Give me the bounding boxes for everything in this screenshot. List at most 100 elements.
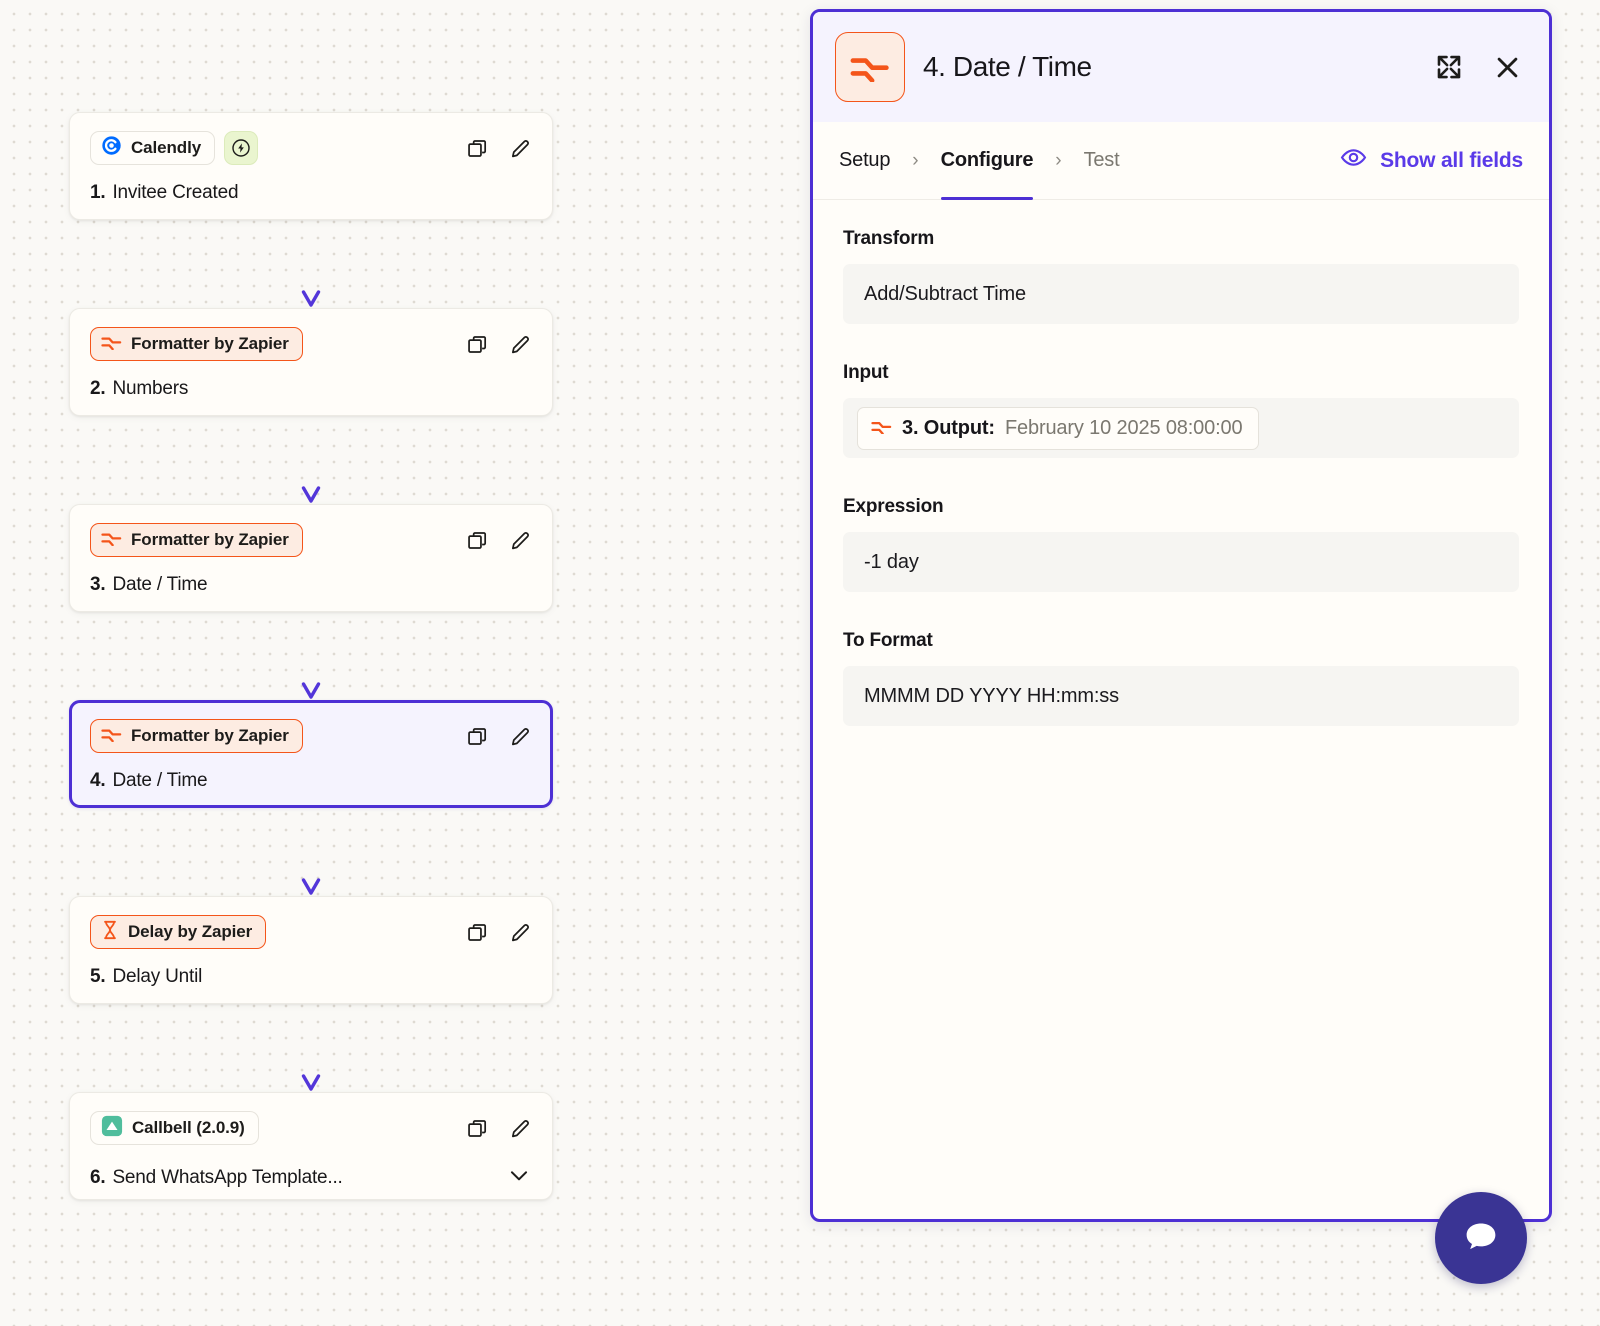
expression-input[interactable]: -1 day (843, 532, 1519, 592)
panel-header-actions (1434, 52, 1523, 83)
app-chip-formatter[interactable]: Formatter by Zapier (90, 719, 303, 753)
app-chip-label: Delay by Zapier (128, 922, 253, 941)
node-step-number: 6. (90, 1167, 106, 1188)
app-chip-label: Formatter by Zapier (131, 334, 289, 353)
transform-input[interactable]: Add/Subtract Time (843, 264, 1519, 324)
node-step-label: Invitee Created (112, 182, 239, 203)
formatter-icon (101, 530, 122, 551)
node-step-number: 4. (90, 770, 106, 791)
data-token[interactable]: 3. Output: February 10 2025 08:00:00 (857, 406, 1260, 450)
node-step-label: Send WhatsApp Template... (112, 1167, 343, 1188)
app-chip-formatter[interactable]: Formatter by Zapier (90, 327, 303, 361)
node-step-number: 5. (90, 966, 106, 987)
duplicate-icon[interactable] (466, 333, 489, 356)
connector-4-5 (69, 808, 553, 896)
edit-icon[interactable] (509, 529, 532, 552)
app-chip-label: Calendly (131, 138, 202, 157)
tab-separator: › (1055, 149, 1062, 171)
field-input: Input 3. Output: February 10 2025 08:00:… (843, 362, 1519, 458)
chat-bubble-icon (1458, 1213, 1504, 1264)
node-actions (466, 529, 532, 552)
workflow-node-1[interactable]: Calendly 1. Invitee Created (69, 112, 553, 220)
calendly-icon (101, 135, 122, 161)
close-icon[interactable] (1492, 52, 1523, 83)
app-chip-label: Formatter by Zapier (131, 530, 289, 549)
workflow-step-list: Calendly 1. Invitee Created Formatter by… (69, 112, 553, 1200)
duplicate-icon[interactable] (466, 725, 489, 748)
show-all-fields-button[interactable]: Show all fields (1340, 144, 1523, 177)
step-detail-panel: 4. Date / Time Setup › Configure › Test … (810, 9, 1552, 1222)
app-chip-delay[interactable]: Delay by Zapier (90, 915, 267, 949)
connector-5-6 (69, 1004, 553, 1092)
workflow-node-4-selected[interactable]: Formatter by Zapier 4. Date / Time (69, 700, 553, 808)
edit-icon[interactable] (509, 921, 532, 944)
node-step-title: 6. Send WhatsApp Template... (90, 1162, 532, 1194)
edit-icon[interactable] (509, 333, 532, 356)
workflow-canvas: Calendly 1. Invitee Created Formatter by… (0, 0, 1600, 1326)
eye-icon (1340, 144, 1367, 177)
workflow-node-6[interactable]: Callbell (2.0.9) 6. Send WhatsApp Templa… (69, 1092, 553, 1200)
node-actions (466, 333, 532, 356)
input-field[interactable]: 3. Output: February 10 2025 08:00:00 (843, 398, 1519, 458)
node-step-label: Numbers (112, 378, 189, 399)
field-label: To Format (843, 630, 933, 651)
node-step-label: Delay Until (112, 966, 203, 987)
field-label: Expression (843, 496, 944, 517)
field-transform: Transform Add/Subtract Time (843, 228, 1519, 324)
formatter-icon (101, 334, 122, 355)
panel-header: 4. Date / Time (813, 12, 1549, 122)
workflow-node-2[interactable]: Formatter by Zapier 2. Numbers (69, 308, 553, 416)
node-step-number: 2. (90, 378, 106, 399)
formatter-icon (871, 417, 892, 440)
show-all-fields-label: Show all fields (1380, 148, 1523, 172)
connector-1-2 (69, 220, 553, 308)
app-chip-callbell[interactable]: Callbell (2.0.9) (90, 1111, 259, 1145)
edit-icon[interactable] (509, 725, 532, 748)
node-step-number: 3. (90, 574, 106, 595)
app-chip-label: Formatter by Zapier (131, 726, 289, 745)
workflow-node-5[interactable]: Delay by Zapier 5. Delay Until (69, 896, 553, 1004)
node-step-title: 3. Date / Time (90, 574, 532, 596)
node-actions (466, 1117, 532, 1140)
edit-icon[interactable] (509, 137, 532, 160)
panel-title: 4. Date / Time (923, 51, 1092, 82)
tab-setup[interactable]: Setup (839, 122, 890, 200)
connector-3-4 (69, 612, 553, 700)
chevron-down-icon[interactable] (506, 1162, 532, 1194)
token-label: 3. Output: (902, 416, 995, 439)
node-step-label: Date / Time (112, 574, 208, 595)
node-step-title: 2. Numbers (90, 378, 532, 400)
node-step-title: 5. Delay Until (90, 966, 532, 988)
tab-test[interactable]: Test (1084, 122, 1120, 200)
callbell-icon (101, 1115, 123, 1142)
edit-icon[interactable] (509, 1117, 532, 1140)
panel-body: Transform Add/Subtract Time Input 3. Out (813, 200, 1549, 726)
duplicate-icon[interactable] (466, 1117, 489, 1140)
duplicate-icon[interactable] (466, 529, 489, 552)
node-header: Formatter by Zapier (90, 523, 532, 557)
node-step-label: Date / Time (112, 770, 208, 791)
formatter-icon (101, 726, 122, 747)
duplicate-icon[interactable] (466, 921, 489, 944)
node-header: Callbell (2.0.9) (90, 1111, 532, 1145)
duplicate-icon[interactable] (466, 137, 489, 160)
field-expression: Expression -1 day (843, 496, 1519, 592)
hourglass-icon (101, 920, 119, 945)
tab-configure[interactable]: Configure (940, 122, 1033, 200)
field-to-format: To Format MMMM DD YYYY HH:mm:ss (843, 630, 1519, 726)
app-chip-calendly[interactable]: Calendly (90, 131, 216, 165)
chat-launcher-button[interactable] (1435, 1192, 1527, 1284)
node-header: Formatter by Zapier (90, 327, 532, 361)
app-chip-formatter[interactable]: Formatter by Zapier (90, 523, 303, 557)
panel-tabs: Setup › Configure › Test Show all fields (813, 122, 1549, 200)
node-header: Delay by Zapier (90, 915, 532, 949)
field-label: Input (843, 362, 889, 383)
workflow-node-3[interactable]: Formatter by Zapier 3. Date / Time (69, 504, 553, 612)
tab-separator: › (912, 149, 919, 171)
to-format-input[interactable]: MMMM DD YYYY HH:mm:ss (843, 666, 1519, 726)
node-step-title: 1. Invitee Created (90, 182, 532, 204)
connector-2-3 (69, 416, 553, 504)
node-actions (466, 725, 532, 748)
expand-icon[interactable] (1434, 52, 1464, 82)
node-header: Calendly (90, 131, 532, 165)
